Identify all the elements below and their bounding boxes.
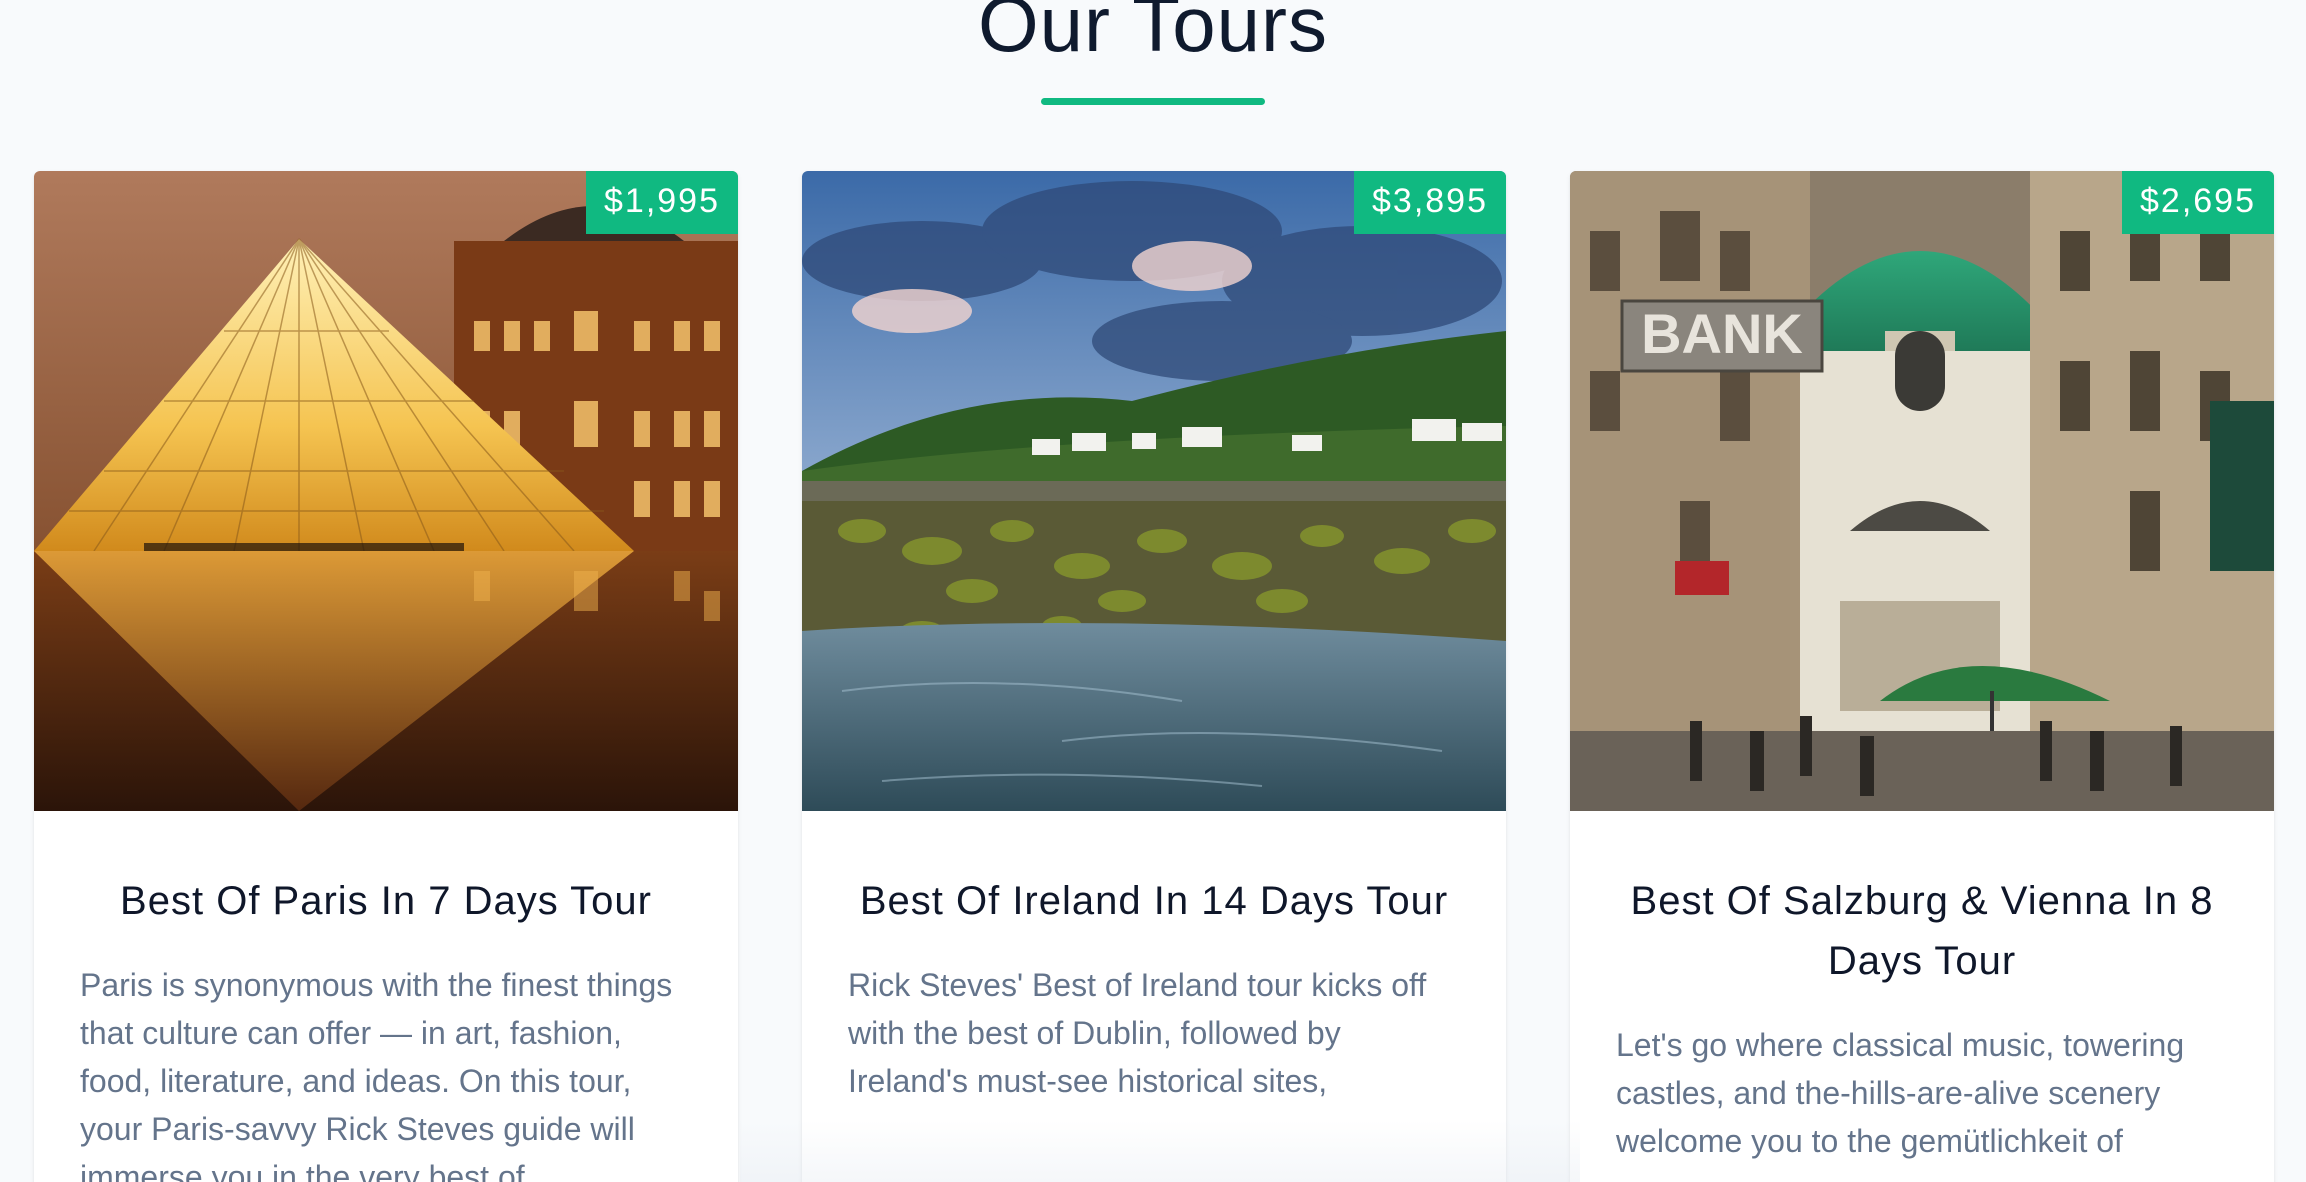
tour-title[interactable]: Best Of Salzburg & Vienna In 8 Days Tour [1616, 871, 2228, 991]
tour-image-paris[interactable]: $1,995 [34, 171, 738, 811]
price-badge: $1,995 [586, 171, 738, 235]
price-badge: $3,895 [1354, 171, 1506, 235]
tour-card-paris[interactable]: $1,995 Best Of Paris In 7 Days Tour Pari… [34, 171, 738, 1182]
tour-card-vienna[interactable]: BANK $2,695 Best Of Salzburg & Vienna In… [1570, 171, 2274, 1182]
tour-description: Let's go where classical music, towering… [1616, 1027, 2185, 1159]
tour-image-ireland[interactable]: $3,895 [802, 171, 1506, 811]
title-underline [1041, 98, 1265, 105]
vienna-street-photo: BANK [1570, 171, 2274, 811]
tour-card-ireland[interactable]: $3,895 Best Of Ireland In 14 Days Tour R… [802, 171, 1506, 1182]
tour-image-vienna[interactable]: BANK $2,695 [1570, 171, 2274, 811]
tour-description: Rick Steves' Best of Ireland tour kicks … [848, 967, 1427, 1099]
page-title: Our Tours [977, 0, 1329, 68]
price-badge: $2,695 [2122, 171, 2274, 235]
louvre-pyramid-photo [34, 171, 738, 811]
bank-sign-text: BANK [1641, 302, 1803, 365]
tour-cards: $1,995 Best Of Paris In 7 Days Tour Pari… [34, 171, 2274, 1182]
tour-title[interactable]: Best Of Paris In 7 Days Tour [80, 871, 692, 931]
tour-description: Paris is synonymous with the finest thin… [80, 967, 673, 1182]
irish-coast-photo [802, 171, 1506, 811]
tour-title[interactable]: Best Of Ireland In 14 Days Tour [848, 871, 1460, 931]
